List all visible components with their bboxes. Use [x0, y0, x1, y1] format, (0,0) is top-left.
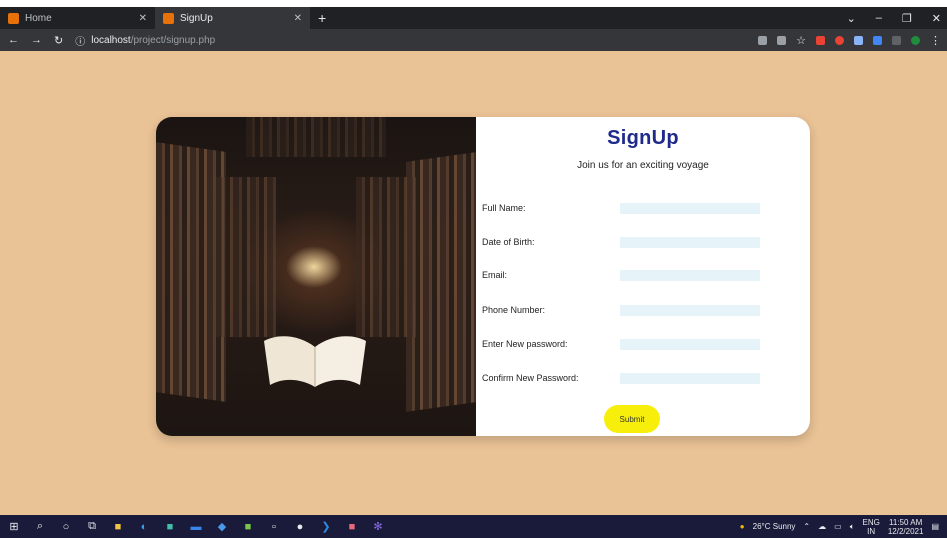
browser-toolbar: ← → ↻ ⓘ localhost/project/signup.php ☆ ⋮	[0, 29, 947, 51]
app-icon[interactable]: ▫	[268, 521, 280, 533]
tab-signup[interactable]: SignUp ✕	[155, 7, 310, 29]
chevron-down-icon[interactable]: ⌄	[847, 12, 856, 25]
translate-icon[interactable]	[758, 35, 768, 45]
app-icon[interactable]: ✻	[372, 521, 384, 533]
favicon-icon	[163, 12, 174, 24]
cortana-icon[interactable]: ○	[60, 521, 72, 533]
clock-date: 12/2/2021	[887, 526, 924, 536]
menu-dots-icon[interactable]: ⋮	[930, 34, 941, 47]
chevron-up-icon[interactable]: ⌃	[803, 522, 810, 531]
dob-label: Date of Birth:	[482, 237, 535, 247]
favicon-icon	[8, 12, 19, 24]
page-background: SignUp Join us for an exciting voyage Fu…	[0, 51, 947, 515]
notifications-icon[interactable]: ▤	[931, 522, 939, 531]
window-controls: ⌄ – ❐ ✕	[847, 7, 941, 29]
email-input[interactable]	[620, 269, 760, 281]
email-label: Email:	[482, 270, 508, 280]
windows-start-icon[interactable]: ⊞	[8, 521, 20, 533]
close-tab-icon[interactable]: ✕	[294, 13, 302, 24]
profile-avatar-icon[interactable]	[911, 35, 920, 45]
reload-icon[interactable]: ↻	[54, 34, 63, 47]
submit-button[interactable]: Submit	[604, 405, 660, 433]
new-tab-button[interactable]: +	[310, 7, 334, 29]
volume-icon[interactable]: 🔈︎	[850, 522, 855, 532]
maximize-icon[interactable]: ❐	[902, 12, 912, 25]
phone-label: Phone Number:	[482, 305, 546, 315]
site-info-icon[interactable]: ⓘ	[75, 33, 85, 48]
full-name-row: Full Name:	[482, 201, 810, 215]
weather-icon: ●	[739, 522, 745, 531]
new-password-label: Enter New password:	[482, 339, 568, 349]
chrome-icon[interactable]: ●	[294, 521, 306, 533]
close-tab-icon[interactable]: ✕	[139, 13, 147, 24]
email-row: Email:	[482, 268, 810, 282]
new-password-row: Enter New password:	[482, 337, 810, 351]
extension-icon[interactable]	[854, 35, 863, 45]
tab-title: SignUp	[180, 12, 213, 24]
search-icon[interactable]: ⌕	[34, 520, 46, 533]
battery-icon[interactable]: ▭	[834, 522, 842, 531]
language-region: IN	[867, 526, 876, 536]
language-indicator[interactable]: ENG IN	[863, 518, 880, 536]
extension-icon[interactable]	[835, 35, 844, 45]
extension-icon[interactable]	[873, 35, 882, 45]
full-name-input[interactable]	[620, 202, 760, 214]
app-icon[interactable]: ◆	[216, 521, 228, 533]
clock-time: 11:50 AM	[889, 517, 923, 527]
network-icon[interactable]: ☁	[818, 522, 826, 531]
tab-title: Home	[25, 12, 52, 24]
browser-tab-strip: Home ✕ SignUp ✕ + ⌄ – ❐ ✕	[0, 7, 947, 29]
full-name-label: Full Name:	[482, 203, 526, 213]
signup-card: SignUp Join us for an exciting voyage Fu…	[156, 117, 810, 436]
system-tray: ● 26°C Sunny ⌃ ☁ ▭ 🔈︎ ENG IN 11:50 AM 12…	[740, 515, 939, 538]
tab-home[interactable]: Home ✕	[0, 7, 155, 29]
phone-row: Phone Number:	[482, 303, 810, 317]
mail-icon[interactable]: ▬	[190, 521, 202, 533]
confirm-password-input[interactable]	[620, 372, 760, 384]
app-icon[interactable]: ■	[346, 521, 358, 533]
puzzle-icon[interactable]	[892, 35, 901, 45]
back-icon[interactable]: ←	[8, 34, 19, 46]
edge-icon[interactable]: ◐	[138, 521, 150, 533]
dob-input[interactable]	[620, 236, 760, 248]
store-icon[interactable]: ■	[164, 521, 176, 533]
phone-input[interactable]	[620, 304, 760, 316]
clock[interactable]: 11:50 AM 12/2/2021	[888, 518, 924, 536]
forward-icon[interactable]: →	[31, 34, 42, 46]
form-subtitle: Join us for an exciting voyage	[577, 160, 709, 171]
screen-top-edge	[0, 0, 947, 7]
url-path: /project/signup.php	[130, 34, 216, 46]
app-icon[interactable]: ■	[242, 521, 254, 533]
address-bar[interactable]: ⓘ localhost/project/signup.php	[75, 33, 215, 48]
share-icon[interactable]	[777, 35, 787, 45]
file-explorer-icon[interactable]: ■	[112, 521, 124, 533]
task-view-icon[interactable]: ⧉	[86, 520, 98, 533]
close-icon[interactable]: ✕	[932, 12, 941, 25]
weather-text[interactable]: 26°C Sunny	[753, 522, 796, 531]
minimize-icon[interactable]: –	[876, 12, 882, 24]
language-code: ENG	[862, 517, 880, 527]
dob-row: Date of Birth:	[482, 235, 810, 249]
open-book-icon	[264, 336, 366, 387]
url-host: localhost	[91, 34, 131, 46]
confirm-password-row: Confirm New Password:	[482, 371, 810, 385]
bookmark-star-icon[interactable]: ☆	[796, 34, 806, 47]
extensions-area: ☆ ⋮	[758, 29, 941, 51]
windows-taskbar: ⊞ ⌕ ○ ⧉ ■ ◐ ■ ▬ ◆ ■ ▫ ● ❯ ■ ✻ ● 26°C Sun…	[0, 515, 947, 538]
confirm-password-label: Confirm New Password:	[482, 373, 579, 383]
form-title: SignUp	[607, 127, 679, 149]
extension-icon[interactable]	[816, 35, 825, 45]
new-password-input[interactable]	[620, 338, 760, 350]
vscode-icon[interactable]: ❯	[320, 521, 332, 533]
library-photo	[156, 117, 476, 436]
signup-form: SignUp Join us for an exciting voyage Fu…	[476, 117, 810, 436]
